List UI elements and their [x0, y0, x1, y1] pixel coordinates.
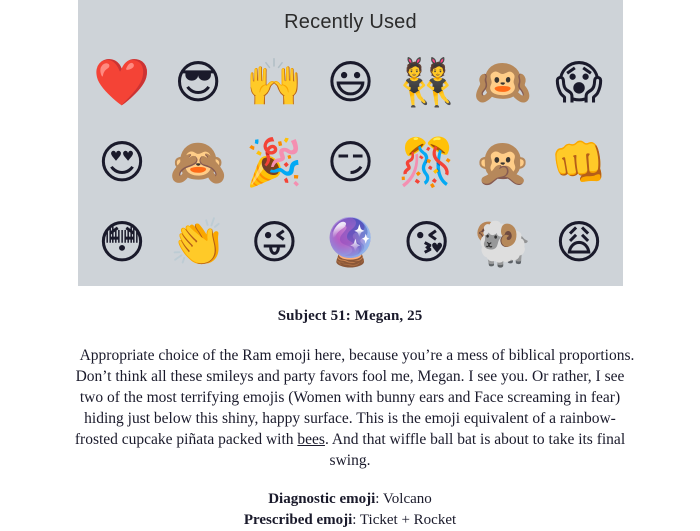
emoji-ram[interactable]: 🐏: [469, 208, 537, 276]
emoji-crystal-ball[interactable]: 🔮: [316, 208, 384, 276]
emoji-raising-hands[interactable]: 🙌: [240, 48, 308, 116]
emoji-face-blowing-a-kiss[interactable]: 😘: [393, 208, 461, 276]
emoji-row: ❤️ 😎 🙌 😃 👯 🙉 😱: [78, 42, 623, 122]
emoji-oncoming-fist[interactable]: 👊: [545, 128, 613, 196]
emoji-smiling-face-with-sunglasses[interactable]: 😎: [164, 48, 232, 116]
article: Subject 51: Megan, 25 Appropriate choice…: [0, 286, 700, 531]
emoji-smiling-face-with-heart-eyes[interactable]: 😍: [88, 128, 156, 196]
diagnostic-emoji-line: Diagnostic emoji: Volcano: [0, 489, 700, 510]
emoji-women-with-bunny-ears[interactable]: 👯: [393, 48, 461, 116]
emoji-row: 😍 🙈 🎉 😏 🎊 🙊 👊: [78, 122, 623, 202]
emoji-red-heart[interactable]: ❤️: [88, 48, 156, 116]
bees-link[interactable]: bees: [297, 431, 325, 448]
emoji-hear-no-evil-monkey[interactable]: 🙉: [469, 48, 537, 116]
emoji-party-popper[interactable]: 🎉: [240, 128, 308, 196]
prescribed-emoji-line: Prescribed emoji: Ticket + Rocket: [0, 510, 700, 531]
emoji-grid: ❤️ 😎 🙌 😃 👯 🙉 😱 😍 🙈 🎉 😏 🎊 🙊 👊 😳 👏 😜 🔮 😘 🐏: [78, 42, 623, 282]
emoji-winking-face-with-tongue[interactable]: 😜: [240, 208, 308, 276]
body-text-part-two: . And that wiffle ball bat is about to t…: [324, 431, 626, 469]
emoji-clapping-hands[interactable]: 👏: [164, 208, 232, 276]
emoji-face-screaming-in-fear[interactable]: 😱: [545, 48, 613, 116]
panel-title: Recently Used: [284, 11, 417, 33]
emoji-panel: Recently Used ❤️ 😎 🙌 😃 👯 🙉 😱 😍 🙈 🎉 😏 🎊 🙊…: [78, 0, 623, 286]
emoji-flushed-face[interactable]: 😳: [88, 208, 156, 276]
emoji-smirking-face[interactable]: 😏: [316, 128, 384, 196]
prescribed-emoji-label: Prescribed emoji: [243, 512, 353, 528]
prescribed-emoji-value: : Ticket + Rocket: [352, 512, 457, 528]
emoji-weary-face[interactable]: 😩: [545, 208, 613, 276]
subject-heading: Subject 51: Megan, 25: [277, 308, 423, 324]
emoji-see-no-evil-monkey[interactable]: 🙈: [164, 128, 232, 196]
emoji-grinning-face-with-big-eyes[interactable]: 😃: [316, 48, 384, 116]
body-paragraph: Appropriate choice of the Ram emoji here…: [65, 345, 635, 471]
emoji-confetti-ball[interactable]: 🎊: [393, 128, 461, 196]
emoji-speak-no-evil-monkey[interactable]: 🙊: [469, 128, 537, 196]
diagnostic-emoji-label: Diagnostic emoji: [268, 491, 376, 507]
emoji-row: 😳 👏 😜 🔮 😘 🐏 😩: [78, 202, 623, 282]
diagnostic-emoji-value: : Volcano: [375, 491, 432, 507]
